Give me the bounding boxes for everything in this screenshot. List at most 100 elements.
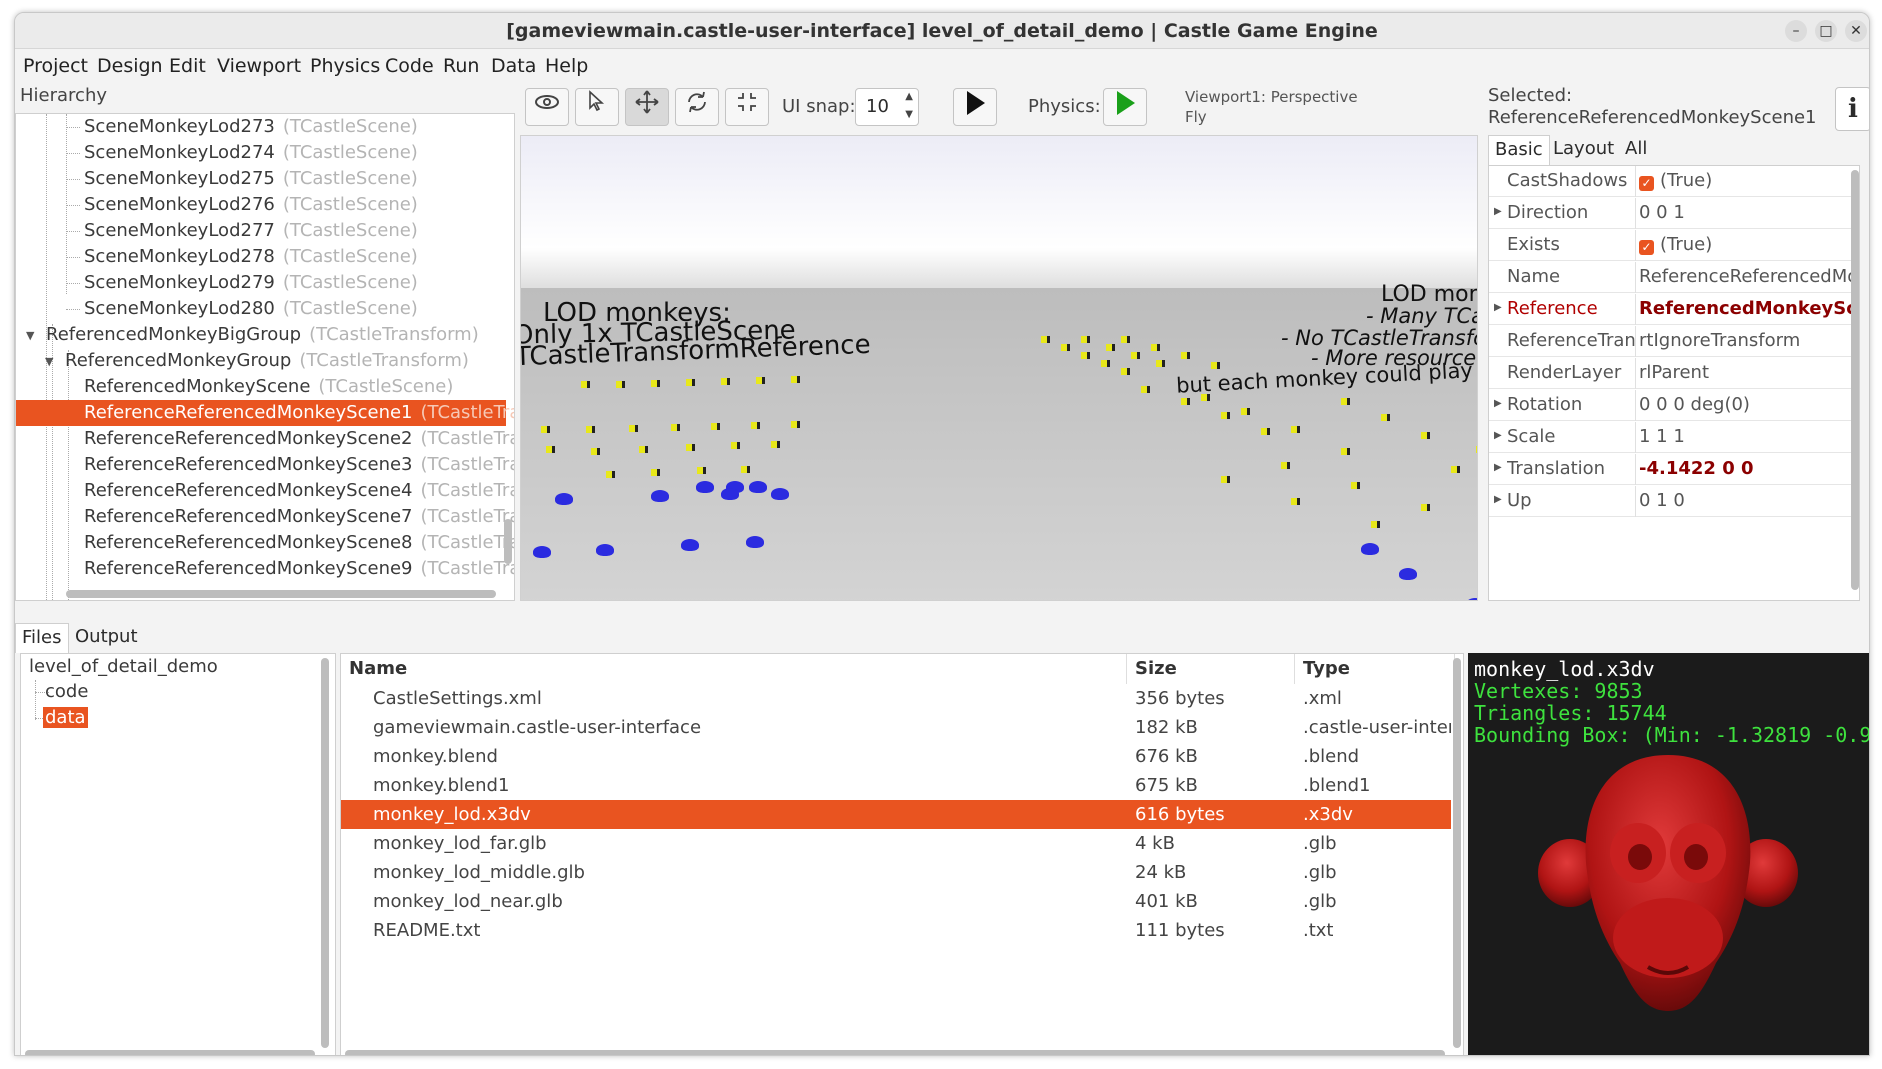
info-button[interactable]: i — [1835, 87, 1869, 131]
tree-item[interactable]: ReferenceReferencedMonkeyScene7 (TCastleT… — [84, 504, 514, 530]
checkbox-checked-icon[interactable]: ✓ — [1639, 240, 1654, 255]
tree-item[interactable]: ReferencedMonkeyGroup (TCastleTransform) — [65, 348, 469, 374]
collapse-arrow-icon[interactable]: ▼ — [26, 329, 34, 342]
file-row[interactable]: CastleSettings.xml 356 bytes .xml — [341, 684, 1451, 713]
property-row[interactable]: ReferenceTransform rtIgnoreTransform — [1489, 326, 1855, 357]
property-value[interactable]: ✓ (True) — [1639, 170, 1851, 191]
directory-root[interactable]: level_of_detail_demo — [29, 656, 218, 677]
property-value[interactable]: ReferencedMonkeyScene — [1639, 298, 1851, 319]
file-row[interactable]: monkey_lod_near.glb 401 kB .glb — [341, 887, 1451, 916]
expand-arrow-icon[interactable]: ▶ — [1494, 206, 1502, 217]
expand-arrow-icon[interactable]: ▶ — [1494, 398, 1502, 409]
tree-item[interactable]: ReferenceReferencedMonkeyScene4 (TCastleT… — [84, 478, 514, 504]
column-header-type[interactable]: Type — [1295, 654, 1455, 684]
property-value[interactable]: ReferenceReferencedMonkeyScene1 — [1639, 266, 1851, 287]
tree-item[interactable]: ReferenceReferencedMonkeyScene3 (TCastleT… — [84, 452, 514, 478]
property-row[interactable]: ▶ Reference ReferencedMonkeyScene — [1489, 294, 1855, 325]
menu-edit[interactable]: Edit — [169, 55, 206, 77]
menu-run[interactable]: Run — [443, 55, 479, 77]
tree-item[interactable]: SceneMonkeyLod275 (TCastleScene) — [84, 166, 418, 192]
file-row[interactable]: README.txt 111 bytes .txt — [341, 916, 1451, 945]
property-row[interactable]: ▶ Up 0 1 0 — [1489, 486, 1855, 517]
files-vertical-scrollbar[interactable] — [1453, 658, 1461, 1048]
close-button[interactable]: ✕ — [1845, 20, 1867, 42]
maximize-button[interactable]: □ — [1815, 20, 1837, 42]
property-value[interactable]: ✓ (True) — [1639, 234, 1851, 255]
tab-output[interactable]: Output — [69, 623, 144, 653]
directory-vertical-scrollbar[interactable] — [321, 658, 329, 1048]
menu-help[interactable]: Help — [545, 55, 588, 77]
play-button[interactable] — [953, 88, 997, 126]
property-value[interactable]: 0 0 0 deg(0) — [1639, 394, 1851, 415]
toggle-visibility-button[interactable] — [525, 88, 569, 126]
property-value[interactable]: 0 1 0 — [1639, 490, 1851, 511]
column-header-name[interactable]: Name — [341, 654, 1127, 684]
property-value[interactable]: 0 0 1 — [1639, 202, 1851, 223]
3d-viewport[interactable]: LOD monkeys: Only 1x TCastleScene TCastl… — [520, 135, 1478, 601]
file-row[interactable]: monkey_lod_middle.glb 24 kB .glb — [341, 858, 1451, 887]
physics-play-button[interactable] — [1103, 88, 1147, 126]
file-row[interactable]: monkey.blend 676 kB .blend — [341, 742, 1451, 771]
file-list[interactable]: Name Size Type CastleSettings.xml 356 byt… — [340, 653, 1464, 1055]
collapse-arrow-icon[interactable]: ▼ — [45, 355, 53, 368]
property-row[interactable]: RenderLayer rlParent — [1489, 358, 1855, 389]
file-row-selected[interactable]: monkey_lod.x3dv 616 bytes .x3dv — [341, 800, 1451, 829]
menu-physics[interactable]: Physics — [310, 55, 380, 77]
checkbox-checked-icon[interactable]: ✓ — [1639, 176, 1654, 191]
properties-scrollbar[interactable] — [1851, 170, 1859, 590]
property-value[interactable]: -4.1422 0 0 — [1639, 458, 1851, 479]
tree-item[interactable]: SceneMonkeyLod278 (TCastleScene) — [84, 244, 418, 270]
directory-data-selected[interactable]: data — [43, 707, 88, 728]
tree-item[interactable]: SceneMonkeyLod273 (TCastleScene) — [84, 114, 418, 140]
tab-all[interactable]: All — [1619, 135, 1653, 165]
scale-tool-button[interactable] — [725, 88, 769, 126]
property-row[interactable]: Name ReferenceReferencedMonkeyScene1 — [1489, 262, 1855, 293]
menu-data[interactable]: Data — [491, 55, 536, 77]
expand-arrow-icon[interactable]: ▶ — [1494, 462, 1502, 473]
rotate-tool-button[interactable] — [675, 88, 719, 126]
property-row[interactable]: Exists ✓ (True) — [1489, 230, 1855, 261]
menu-viewport[interactable]: Viewport — [217, 55, 301, 77]
hierarchy-tree[interactable]: SceneMonkeyLod273 (TCastleScene) SceneMon… — [15, 113, 515, 601]
tab-basic[interactable]: Basic — [1488, 135, 1550, 165]
property-row[interactable]: CastShadows ✓ (True) — [1489, 166, 1855, 197]
property-row[interactable]: ▶ Rotation 0 0 0 deg(0) — [1489, 390, 1855, 421]
property-row[interactable]: ▶ Direction 0 0 1 — [1489, 198, 1855, 229]
hierarchy-vertical-scrollbar[interactable] — [504, 519, 512, 564]
tree-item[interactable]: SceneMonkeyLod276 (TCastleScene) — [84, 192, 418, 218]
tree-item[interactable]: SceneMonkeyLod280 (TCastleScene) — [84, 296, 418, 322]
menu-design[interactable]: Design — [97, 55, 163, 77]
expand-arrow-icon[interactable]: ▶ — [1494, 494, 1502, 505]
property-grid[interactable]: CastShadows ✓ (True) ▶ Direction 0 0 1 Ex… — [1488, 165, 1860, 601]
tree-item-selected[interactable]: ReferenceReferencedMonkeyScene1 (TCastleT… — [16, 400, 514, 426]
column-header-size[interactable]: Size — [1127, 654, 1295, 684]
tree-item[interactable]: ReferencedMonkeyScene (TCastleScene) — [84, 374, 453, 400]
property-row[interactable]: ▶ Translation -4.1422 0 0 — [1489, 454, 1855, 485]
move-tool-button[interactable] — [625, 88, 669, 126]
increment-arrow-icon[interactable]: ▲ — [905, 91, 913, 102]
file-row[interactable]: monkey.blend1 675 kB .blend1 — [341, 771, 1451, 800]
tree-item[interactable]: ReferenceReferencedMonkeyScene8 (TCastleT… — [84, 530, 514, 556]
tree-item[interactable]: ReferenceReferencedMonkeyScene9 (TCastleT… — [84, 556, 514, 582]
tree-item[interactable]: SceneMonkeyLod274 (TCastleScene) — [84, 140, 418, 166]
tree-item[interactable]: ReferenceReferencedMonkeyScene2 (TCastleT… — [84, 426, 514, 452]
decrement-arrow-icon[interactable]: ▼ — [905, 109, 913, 120]
tree-item[interactable]: SceneMonkeyLod277 (TCastleScene) — [84, 218, 418, 244]
expand-arrow-icon[interactable]: ▶ — [1494, 430, 1502, 441]
file-row[interactable]: gameviewmain.castle-user-interface 182 kB… — [341, 713, 1451, 742]
directory-tree[interactable]: level_of_detail_demo code data — [20, 653, 336, 1055]
menu-code[interactable]: Code — [385, 55, 434, 77]
property-value[interactable]: 1 1 1 — [1639, 426, 1851, 447]
file-row[interactable]: monkey_lod_far.glb 4 kB .glb — [341, 829, 1451, 858]
ui-snap-spinner[interactable]: 10 ▲ ▼ — [855, 88, 919, 126]
minimize-button[interactable]: – — [1785, 20, 1807, 42]
property-row[interactable]: ▶ Scale 1 1 1 — [1489, 422, 1855, 453]
select-tool-button[interactable] — [575, 88, 619, 126]
tree-item[interactable]: ReferencedMonkeyBigGroup (TCastleTransfor… — [46, 322, 479, 348]
tree-item[interactable]: SceneMonkeyLod279 (TCastleScene) — [84, 270, 418, 296]
expand-arrow-icon[interactable]: ▶ — [1494, 302, 1502, 313]
tab-layout[interactable]: Layout — [1547, 135, 1620, 165]
directory-code[interactable]: code — [45, 681, 88, 702]
property-value[interactable]: rtIgnoreTransform — [1639, 330, 1851, 351]
files-horizontal-scrollbar[interactable] — [345, 1050, 1445, 1055]
